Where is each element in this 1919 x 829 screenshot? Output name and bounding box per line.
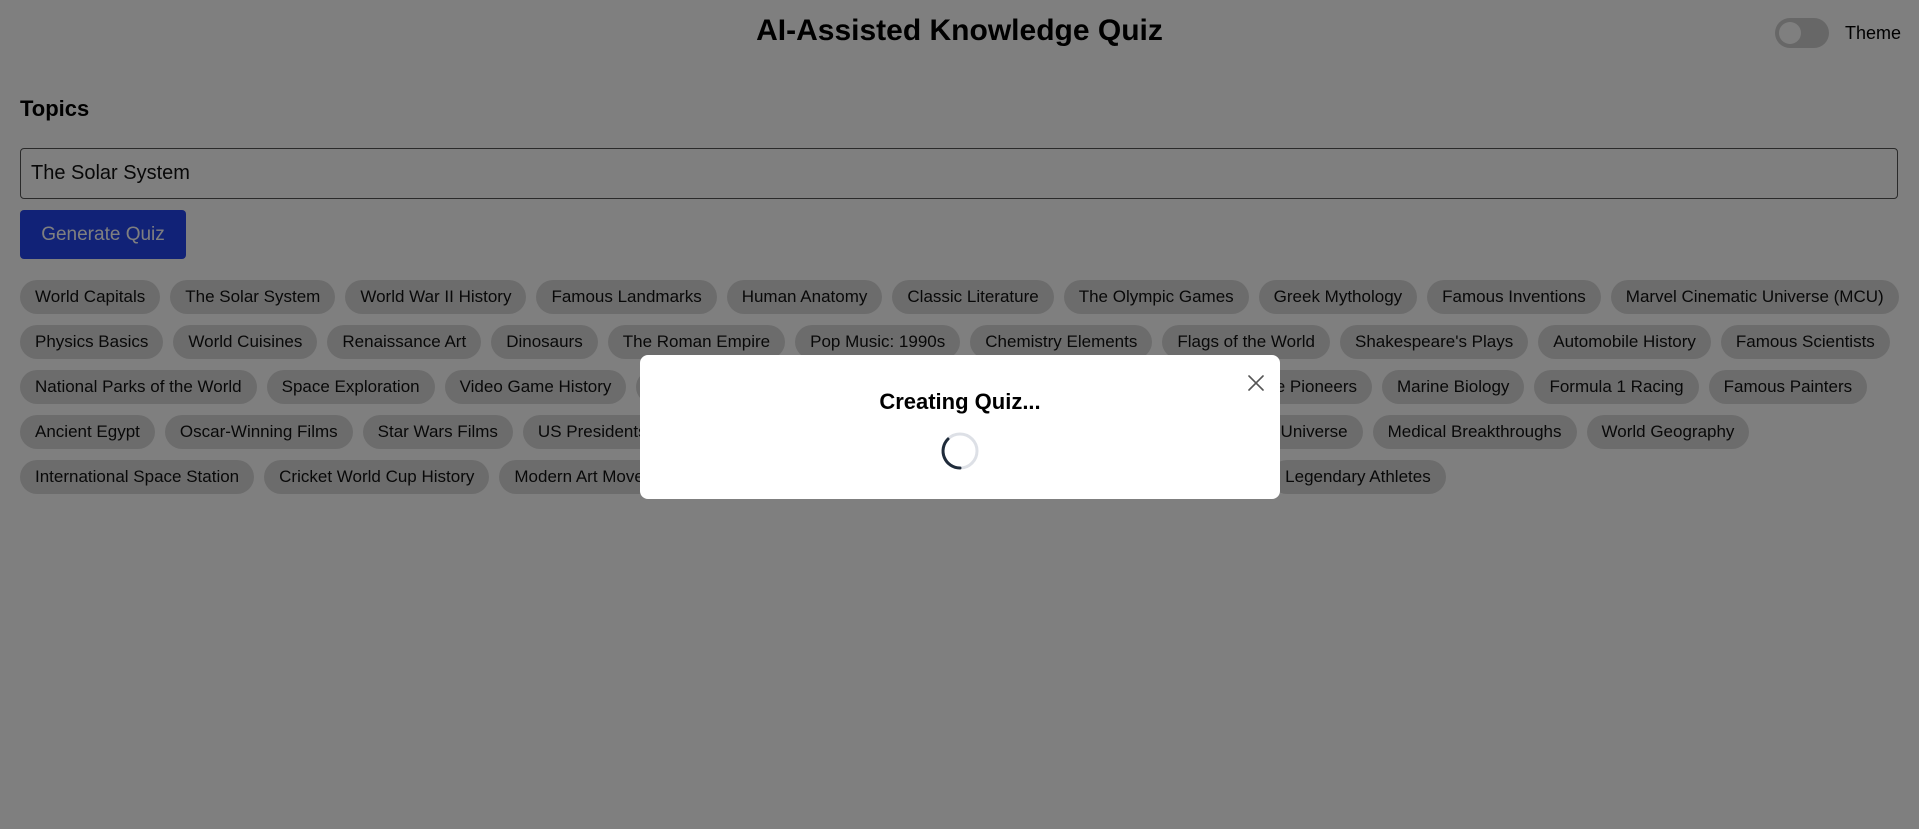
- modal-title: Creating Quiz...: [879, 389, 1041, 414]
- creating-quiz-modal: Creating Quiz...: [640, 355, 1280, 499]
- app-root: AI-Assisted Knowledge Quiz Theme Topics …: [0, 0, 1919, 829]
- loading-spinner-icon: [941, 432, 979, 470]
